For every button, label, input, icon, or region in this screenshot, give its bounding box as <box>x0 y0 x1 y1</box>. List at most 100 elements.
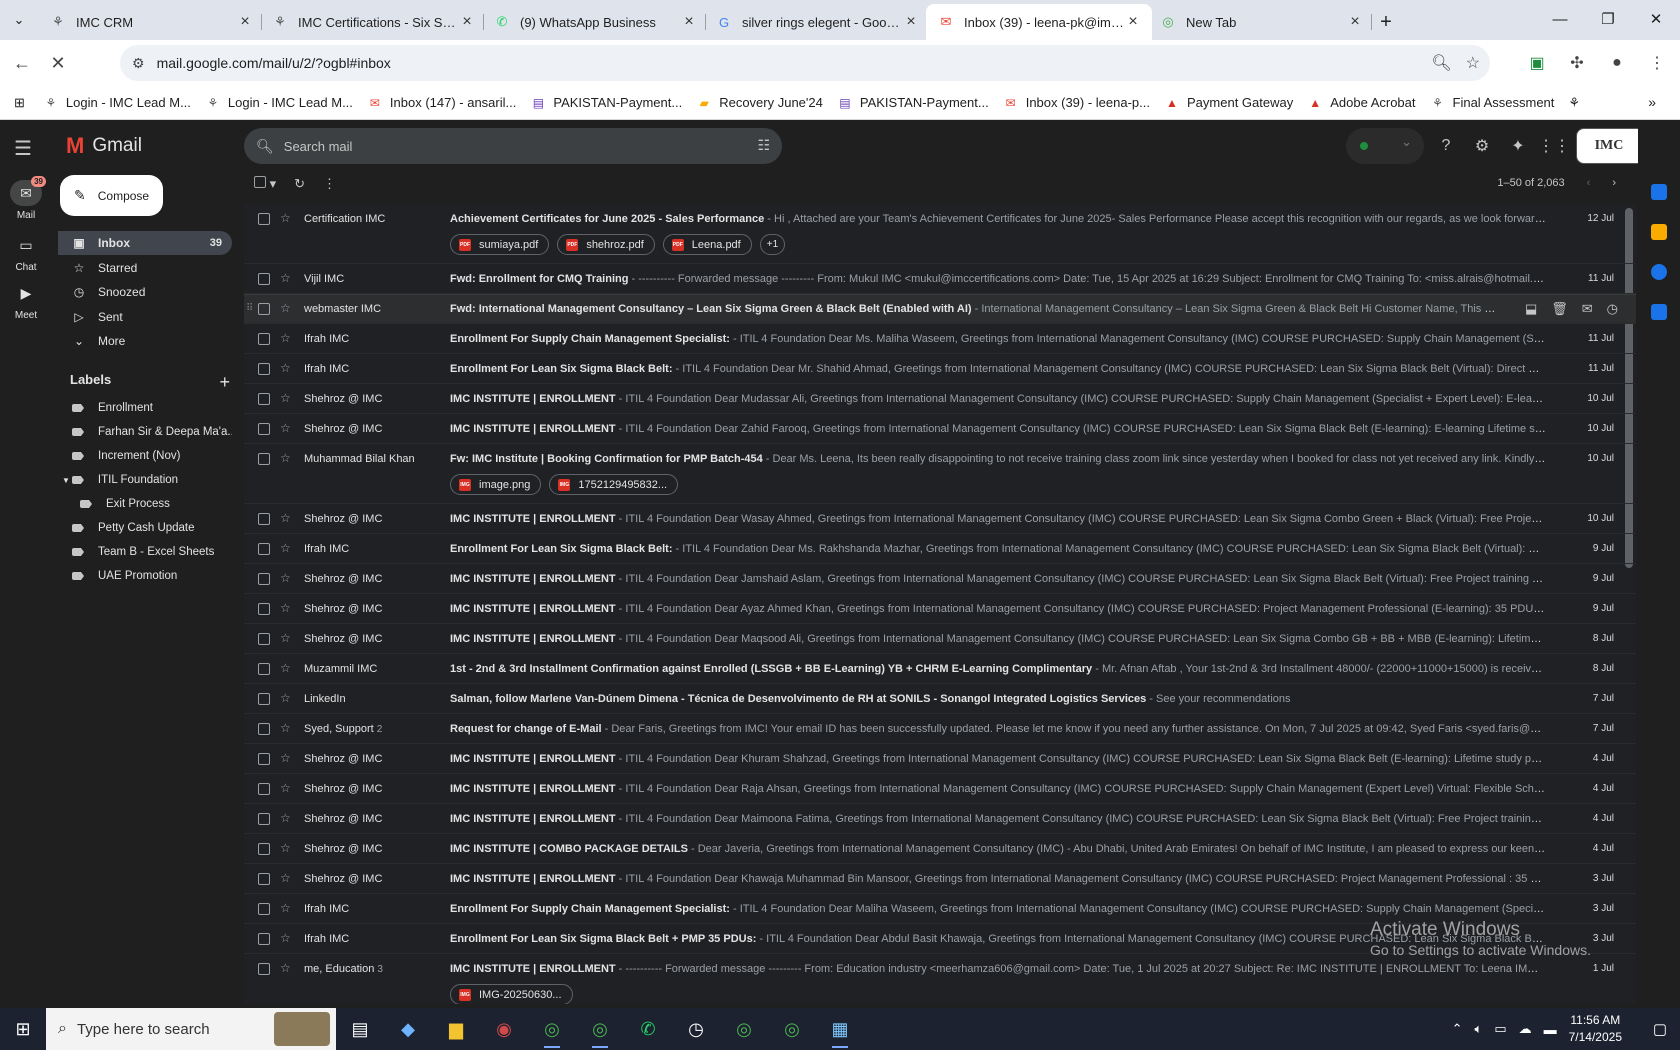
star-icon[interactable]: ☆ <box>280 871 300 885</box>
label-item[interactable]: Petty Cash Update <box>58 516 232 540</box>
bookmark-item[interactable]: ▰ Recovery June'24 <box>696 95 823 111</box>
email-row[interactable]: ☆ LinkedIn Salman, follow Marlene Van-Dúne… <box>244 684 1636 714</box>
row-checkbox[interactable] <box>258 873 280 888</box>
email-row[interactable]: ☆ Shehroz @ IMC IMC INSTITUTE | ENROLLMENT… <box>244 864 1636 894</box>
label-item[interactable]: Increment (Nov) <box>58 444 232 468</box>
rail-mail[interactable]: ✉ 39 Mail <box>0 176 52 221</box>
bookmark-item[interactable]: ▤ PAKISTAN-Payment... <box>530 95 683 111</box>
email-row[interactable]: ☆ Shehroz @ IMC IMC INSTITUTE | ENROLLMENT… <box>244 774 1636 804</box>
address-bar[interactable]: ⚙ mail.google.com/mail/u/2/?ogbl#inbox 🔍… <box>120 45 1490 81</box>
nav-item-more[interactable]: ⌄ More <box>58 329 232 353</box>
attachment-chip[interactable]: IMG image.png <box>450 474 542 495</box>
browser-tab[interactable]: Gsilver rings elegent - Google Se× <box>704 4 930 40</box>
whatsapp-icon[interactable]: ✆ <box>624 1008 672 1050</box>
star-icon[interactable]: ☆ <box>280 541 300 555</box>
row-checkbox[interactable] <box>258 393 280 408</box>
label-item[interactable]: Farhan Sir & Deepa Ma'a... <box>58 420 232 444</box>
app-icon[interactable]: ◉ <box>480 1008 528 1050</box>
row-checkbox[interactable] <box>258 963 280 978</box>
copilot-icon[interactable]: ◆ <box>384 1008 432 1050</box>
notifications-icon[interactable]: ▢ <box>1640 1020 1680 1038</box>
row-checkbox[interactable] <box>258 693 280 708</box>
select-all-checkbox[interactable]: ▾ <box>254 176 276 192</box>
email-row[interactable]: ⠿ ☆ webmaster IMC Fwd: International Manage… <box>244 294 1636 324</box>
nav-item-snoozed[interactable]: ◷ Snoozed <box>58 280 232 304</box>
row-checkbox[interactable] <box>258 543 280 558</box>
search-options-icon[interactable]: ☷ <box>757 137 770 154</box>
label-item[interactable]: ▼ ITIL Foundation <box>58 468 232 492</box>
star-icon[interactable]: ☆ <box>280 211 300 225</box>
restore-button[interactable]: ❐ <box>1584 0 1632 38</box>
google-apps-icon[interactable]: ⋮⋮ <box>1538 132 1570 160</box>
tab-search-button[interactable]: ⌄ <box>0 0 38 40</box>
bookmark-item[interactable]: ⚘ Final Assessment <box>1430 95 1554 111</box>
star-icon[interactable]: ☆ <box>280 931 300 945</box>
attachment-chip[interactable]: PDF sumiaya.pdf <box>450 234 550 255</box>
clock[interactable]: 11:56 AM 7/14/2025 <box>1569 1012 1622 1046</box>
bookmark-item[interactable]: ▤ PAKISTAN-Payment... <box>837 95 989 111</box>
browser-menu-icon[interactable]: ⋮ <box>1640 46 1674 80</box>
star-icon[interactable]: ☆ <box>280 961 300 975</box>
bookmark-item[interactable]: ⚘ Login - IMC Lead M... <box>43 95 191 111</box>
star-icon[interactable]: ☆ <box>280 601 300 615</box>
bookmark-item[interactable]: ▲ Adobe Acrobat <box>1307 95 1415 111</box>
email-row[interactable]: ☆ Shehroz @ IMC IMC INSTITUTE | ENROLLMENT… <box>244 564 1636 594</box>
search-bar[interactable]: 🔍︎ Search mail ☷ <box>244 128 782 164</box>
star-icon[interactable]: ☆ <box>280 391 300 405</box>
attachment-chip[interactable]: PDF Leena.pdf <box>662 234 752 255</box>
email-row[interactable]: ☆ me, Education 3 IMC INSTITUTE | ENROLLME… <box>244 954 1636 1004</box>
search-input[interactable]: Search mail <box>284 139 353 154</box>
row-checkbox[interactable] <box>258 303 280 318</box>
gemini-sparkle-icon[interactable]: ✦ <box>1504 132 1532 160</box>
browser-tab[interactable]: ✆ (9) WhatsApp Business × <box>482 4 708 40</box>
taskbar-search-input[interactable]: Type here to search <box>77 1021 210 1038</box>
keyboard-icon[interactable]: ▬ <box>1544 1022 1557 1037</box>
row-checkbox[interactable] <box>258 753 280 768</box>
main-menu-icon[interactable]: ☰ <box>14 136 32 161</box>
close-tab-icon[interactable]: × <box>458 13 476 31</box>
attachment-chip[interactable]: IMG IMG-20250630... <box>450 984 573 1004</box>
rail-chat[interactable]: ▭ Chat <box>0 232 52 274</box>
browser-tab[interactable]: ◎ New Tab × <box>1148 4 1374 40</box>
email-row[interactable]: ☆ Ifrah IMC Enrollment For Supply Chain Ma… <box>244 324 1636 354</box>
gmail-logo[interactable]: M Gmail <box>66 133 142 159</box>
zoom-icon[interactable]: 🔍︎ <box>1431 53 1451 73</box>
email-row[interactable]: ☆ Muzammil IMC 1st - 2nd & 3rd Installment… <box>244 654 1636 684</box>
site-info-icon[interactable]: ⚙ <box>132 55 145 72</box>
rail-meet[interactable]: ▶ Meet <box>0 280 52 322</box>
bookmark-item[interactable]: ▲ Payment Gateway <box>1164 95 1293 111</box>
email-row[interactable]: ☆ Certification IMC Achievement Certificat… <box>244 204 1636 264</box>
star-icon[interactable]: ☆ <box>280 301 300 315</box>
chrome-icon[interactable]: ◎ <box>528 1008 576 1050</box>
star-icon[interactable]: ☆ <box>280 781 300 795</box>
star-icon[interactable]: ☆ <box>280 841 300 855</box>
label-item[interactable]: Exit Process <box>58 492 232 516</box>
minimize-button[interactable]: — <box>1536 0 1584 38</box>
label-item[interactable]: UAE Promotion <box>58 564 232 588</box>
row-checkbox[interactable] <box>258 663 280 678</box>
row-checkbox[interactable] <box>258 783 280 798</box>
more-attachments-chip[interactable]: +1 <box>759 234 786 255</box>
help-icon[interactable]: ? <box>1432 132 1460 160</box>
next-page-icon[interactable]: › <box>1612 177 1616 189</box>
email-row[interactable]: ☆ Shehroz @ IMC IMC INSTITUTE | ENROLLMENT… <box>244 504 1636 534</box>
delete-icon[interactable]: 🗑︎ <box>1551 301 1568 317</box>
star-icon[interactable]: ☆ <box>280 571 300 585</box>
email-row[interactable]: ☆ Shehroz @ IMC IMC INSTITUTE | COMBO PACK… <box>244 834 1636 864</box>
bookmark-item[interactable]: ✉ Inbox (147) - ansaril... <box>367 95 516 111</box>
app-icon-2[interactable]: ◷ <box>672 1008 720 1050</box>
star-icon[interactable]: ☆ <box>280 631 300 645</box>
archive-icon[interactable]: ⬓ <box>1525 301 1537 317</box>
email-row[interactable]: ☆ Shehroz @ IMC IMC INSTITUTE | ENROLLMENT… <box>244 804 1636 834</box>
stop-loading-icon[interactable]: ✕ <box>40 45 76 81</box>
nav-item-inbox[interactable]: ▣ Inbox 39 <box>58 231 232 255</box>
network-icon[interactable]: ▭ <box>1494 1021 1506 1037</box>
tasks-icon[interactable] <box>1651 264 1667 280</box>
star-icon[interactable]: ☆ <box>280 691 300 705</box>
star-icon[interactable]: ☆ <box>280 331 300 345</box>
close-tab-icon[interactable]: × <box>680 13 698 31</box>
label-item[interactable]: Team B - Excel Sheets <box>58 540 232 564</box>
email-row[interactable]: ☆ Shehroz @ IMC IMC INSTITUTE | ENROLLMENT… <box>244 414 1636 444</box>
row-checkbox[interactable] <box>258 603 280 618</box>
bookmarks-overflow-icon[interactable]: » <box>1648 94 1656 110</box>
